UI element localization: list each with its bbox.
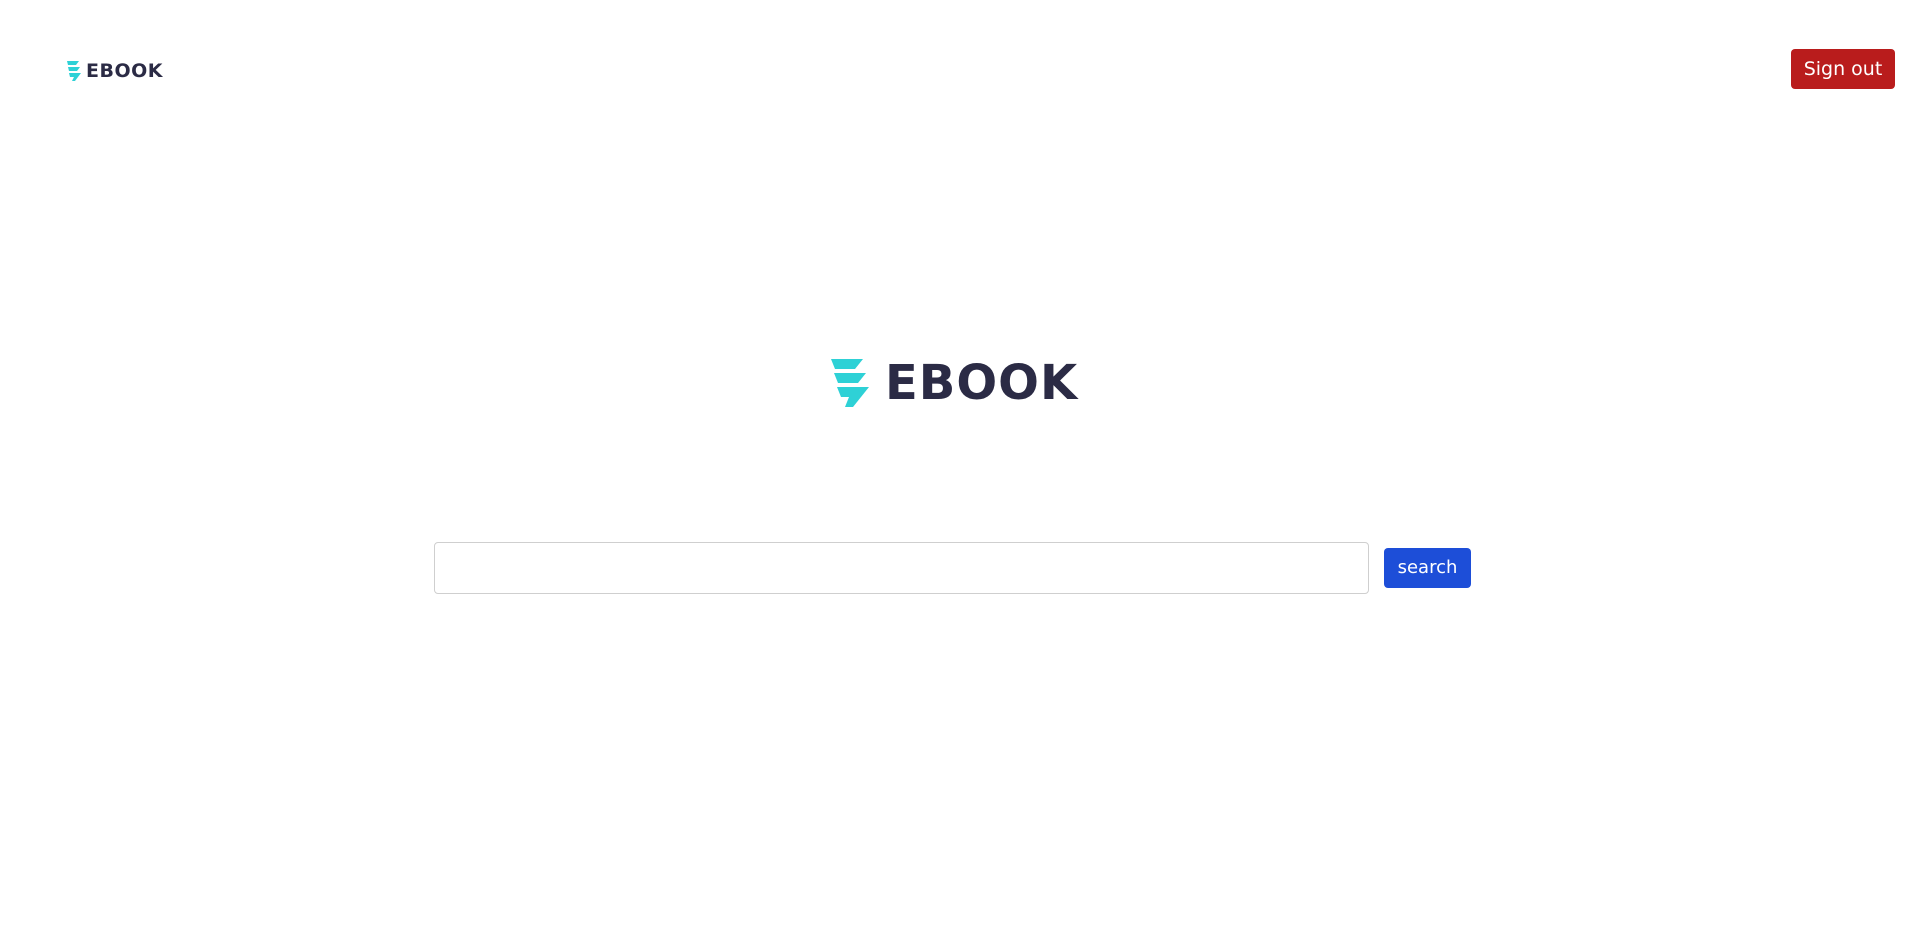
header-logo[interactable]: EBOOK	[66, 60, 163, 82]
ebook-logo-icon	[66, 60, 82, 82]
main-logo: EBOOK	[829, 357, 1078, 409]
main-logo-text: EBOOK	[885, 355, 1079, 411]
search-button[interactable]: search	[1384, 548, 1471, 588]
header-logo-text: EBOOK	[86, 59, 163, 82]
page: EBOOK Sign out EBOOK search	[0, 0, 1920, 934]
ebook-logo-icon	[829, 357, 871, 409]
sign-out-button[interactable]: Sign out	[1791, 49, 1895, 89]
search-input[interactable]	[434, 542, 1369, 594]
